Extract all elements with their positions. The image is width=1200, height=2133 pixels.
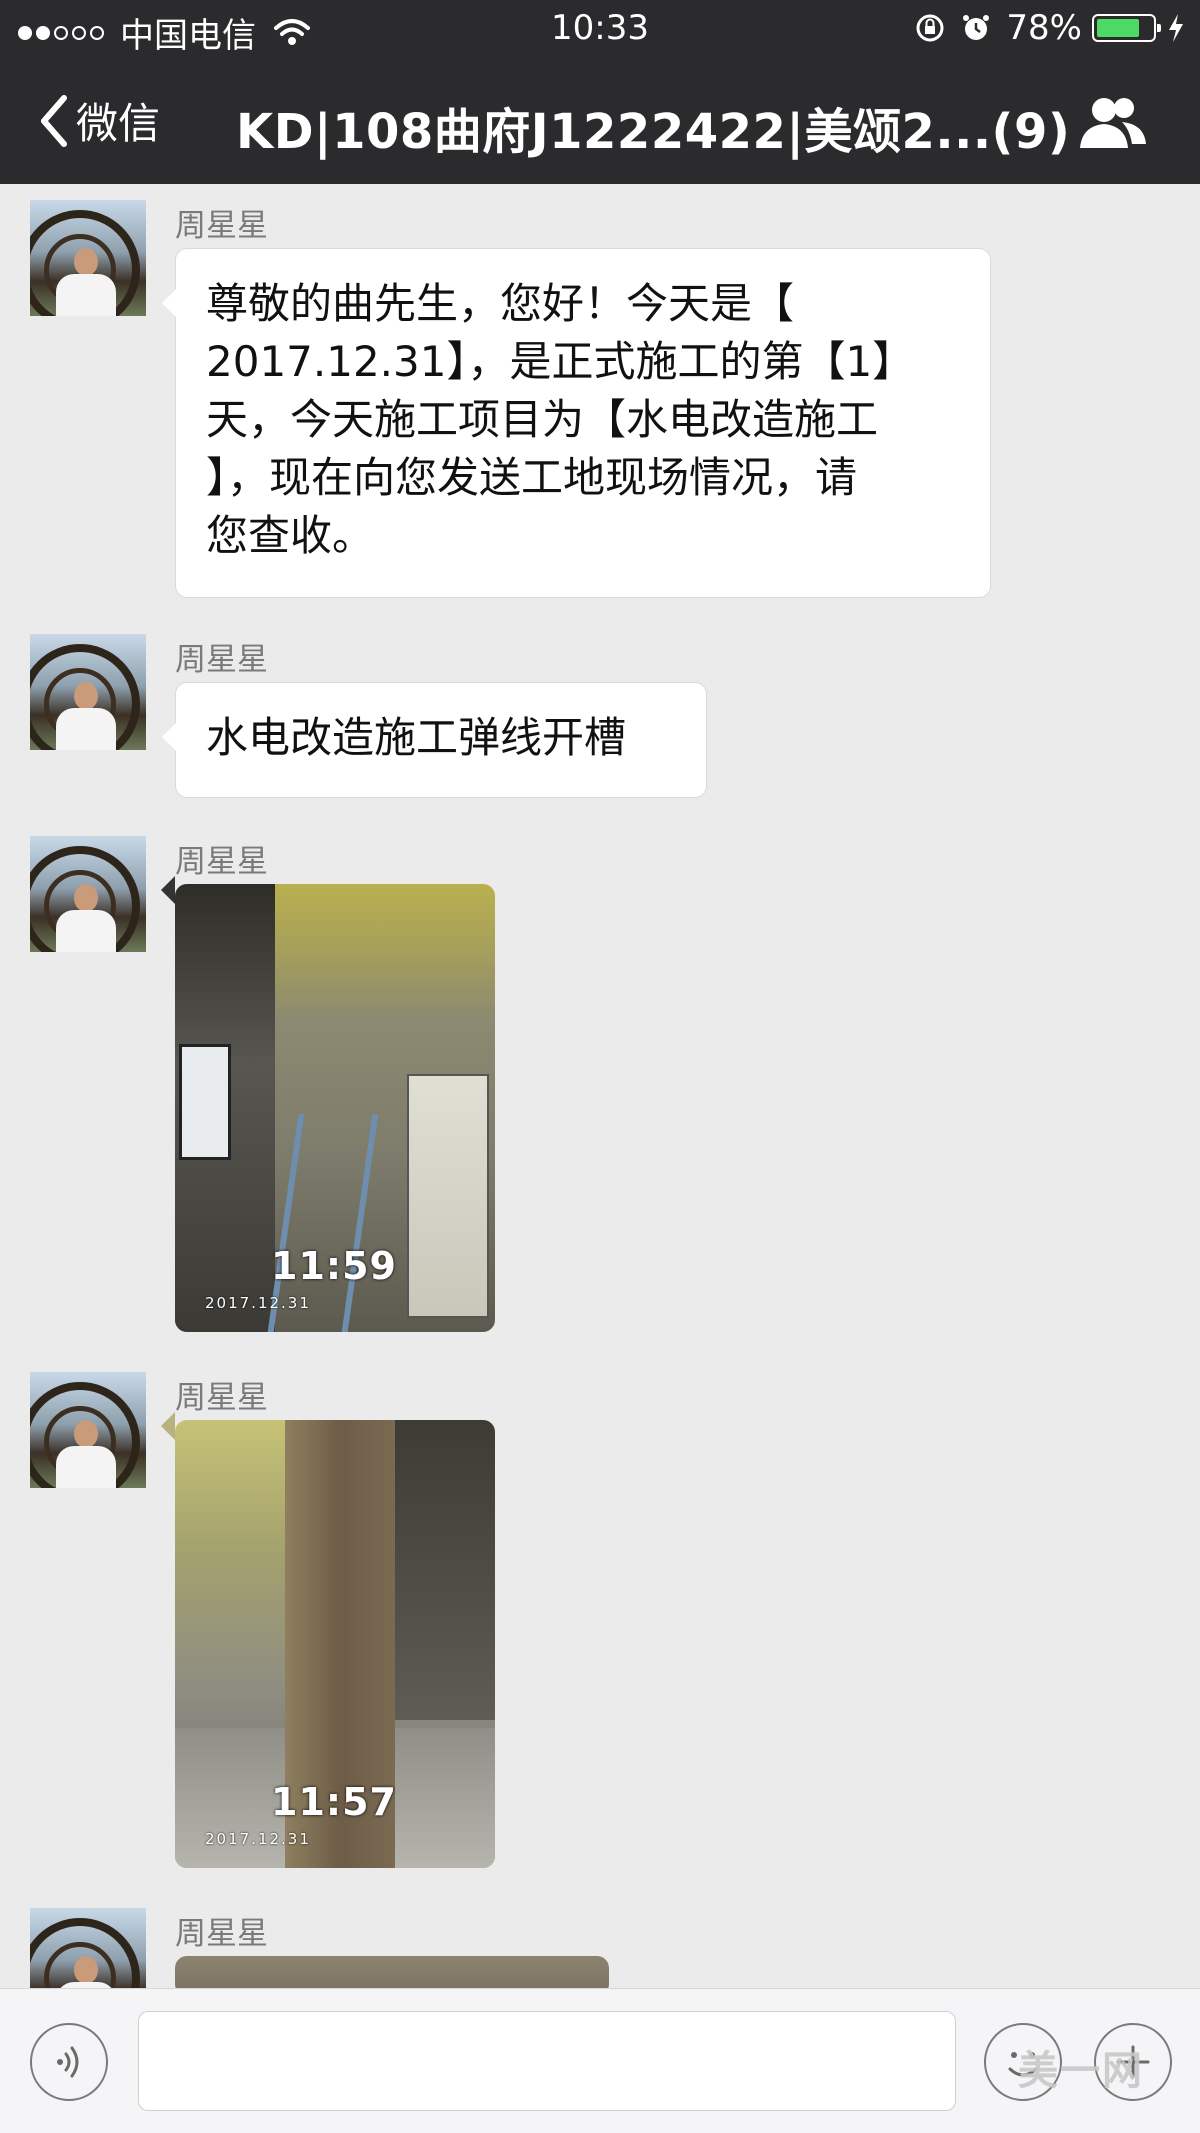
message-text: 尊敬的曲先生，您好！今天是【 2017.12.31】，是正式施工的第【1】 天，…: [206, 279, 915, 560]
sender-avatar[interactable]: [30, 634, 146, 750]
photo-date-stamp: 2017.12.31: [205, 1294, 311, 1312]
battery-percent: 78%: [1006, 8, 1082, 48]
chevron-left-icon: [41, 94, 67, 147]
chat-header: 微信 KD|108曲府J1222422|美颂2...(9): [0, 60, 1200, 184]
charging-icon: [1169, 14, 1183, 42]
photo-date-stamp: 2017.12.31: [205, 1830, 311, 1848]
site-photo: [175, 1956, 609, 1988]
battery-icon: [1092, 14, 1161, 42]
group-members-icon[interactable]: [1078, 92, 1148, 152]
text-bubble[interactable]: 水电改造施工弹线开槽: [162, 682, 707, 798]
status-right: 78%: [914, 8, 1186, 48]
text-bubble[interactable]: 尊敬的曲先生，您好！今天是【 2017.12.31】，是正式施工的第【1】 天，…: [162, 248, 991, 598]
orientation-lock-icon: [916, 14, 944, 42]
site-photo: 11:59 2017.12.31: [175, 884, 495, 1332]
photo-time-stamp: 11:59: [271, 1244, 397, 1288]
image-message[interactable]: 11:57 2017.12.31: [175, 1420, 495, 1868]
voice-icon: [57, 2046, 79, 2078]
back-label: 微信: [76, 99, 161, 148]
message-text: 水电改造施工弹线开槽: [206, 713, 627, 762]
voice-input-button[interactable]: [30, 2023, 108, 2101]
watermark-logo: 美一网: [1018, 2048, 1144, 2094]
image-message[interactable]: [175, 1956, 609, 1988]
site-photo: 11:57 2017.12.31: [175, 1420, 495, 1868]
message-input[interactable]: [138, 2011, 956, 2111]
sender-name: 周星星: [175, 642, 268, 678]
photo-time-stamp: 11:57: [271, 1780, 397, 1824]
sender-name: 周星星: [175, 1380, 268, 1416]
image-message[interactable]: 11:59 2017.12.31: [175, 884, 495, 1332]
sender-name: 周星星: [175, 208, 268, 244]
message-list[interactable]: 周星星 尊敬的曲先生，您好！今天是【 2017.12.31】，是正式施工的第【1…: [0, 184, 1200, 1988]
battery-level-fill: [1097, 19, 1140, 37]
sender-avatar[interactable]: [30, 1372, 146, 1488]
back-button[interactable]: 微信: [36, 90, 160, 151]
chat-title: KD|108曲府J1222422|美颂2...(9): [236, 104, 1071, 160]
status-bar: 中国电信 10:33 78%: [0, 0, 1200, 60]
sender-avatar[interactable]: [30, 1908, 146, 1988]
sender-avatar[interactable]: [30, 200, 146, 316]
alarm-icon: [963, 15, 990, 40]
sender-name: 周星星: [175, 1916, 268, 1952]
sender-name: 周星星: [175, 844, 268, 880]
sender-avatar[interactable]: [30, 836, 146, 952]
